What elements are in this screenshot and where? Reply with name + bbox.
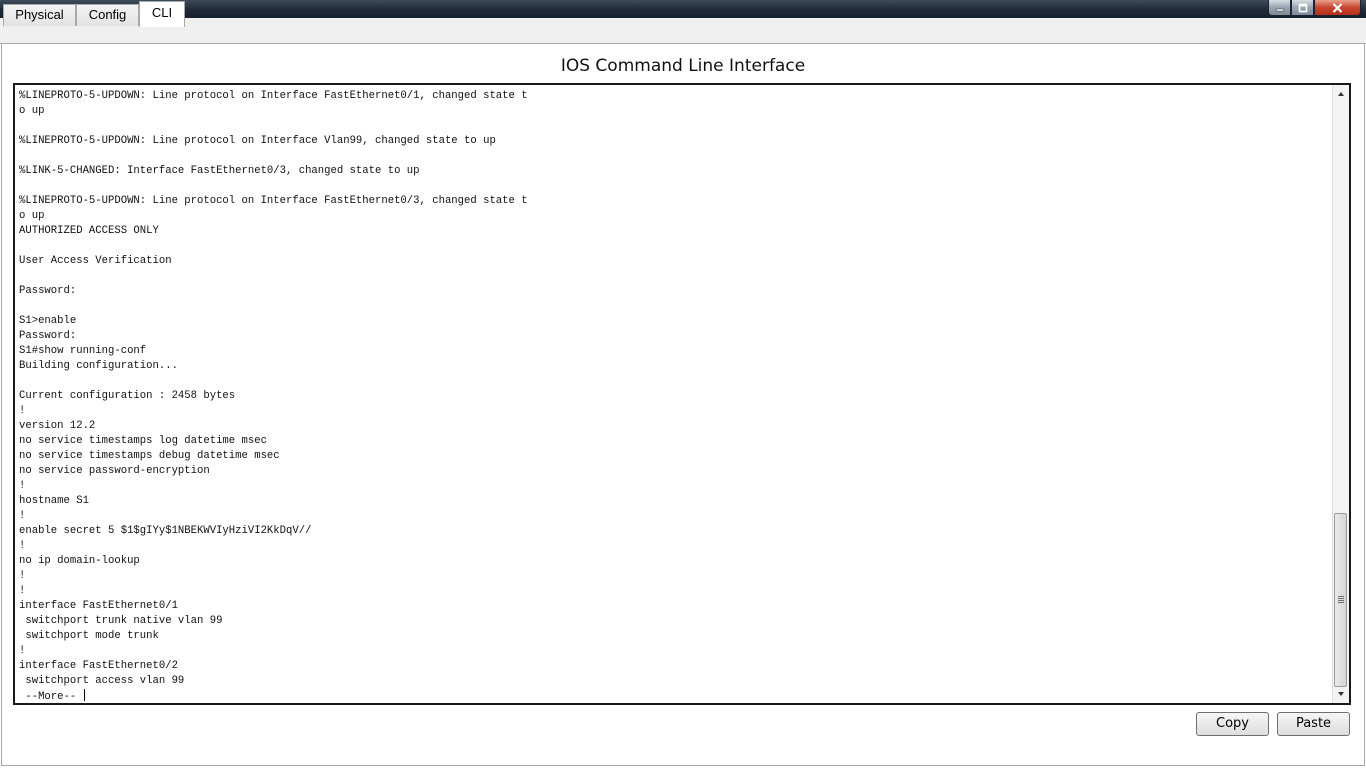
terminal-line: Building configuration... [19,360,178,372]
terminal-line: version 12.2 [19,420,96,432]
terminal-line: no service timestamps debug datetime mse… [19,450,280,462]
tab-cli[interactable]: CLI [139,1,185,27]
terminal-line: --More-- [19,691,83,703]
terminal-line: %LINK-5-CHANGED: Interface FastEthernet0… [19,165,420,177]
terminal-line: ! [19,645,26,657]
terminal-output[interactable]: %LINEPROTO-5-UPDOWN: Line protocol on In… [19,89,1329,703]
restore-icon[interactable] [1291,0,1314,16]
tab-bar [0,18,1366,44]
terminal-line: S1>enable [19,315,77,327]
tab-physical[interactable]: Physical [3,4,76,26]
terminal-line: Password: [19,285,77,297]
terminal-line: S1#show running-conf [19,345,147,357]
terminal-line: no service password-encryption [19,465,210,477]
terminal-line: ! [19,540,26,552]
terminal-line: ! [19,405,26,417]
terminal-line: o up [19,105,45,117]
close-icon[interactable] [1314,0,1361,16]
terminal-line: User Access Verification [19,255,172,267]
terminal-line: %LINEPROTO-5-UPDOWN: Line protocol on In… [19,135,496,147]
terminal-line: switchport trunk native vlan 99 [19,615,223,627]
tab-divider [0,43,1366,44]
window-titlebar: S1 [0,0,1366,18]
minimize-icon[interactable] [1268,0,1291,16]
terminal-line: Current configuration : 2458 bytes [19,390,236,402]
terminal-line: Password: [19,330,77,342]
window-controls [1268,0,1361,17]
terminal-line: %LINEPROTO-5-UPDOWN: Line protocol on In… [19,90,528,102]
scrollbar-thumb[interactable] [1334,513,1347,687]
terminal-line: no ip domain-lookup [19,555,140,567]
terminal-line: no service timestamps log datetime msec [19,435,267,447]
terminal-line: switchport mode trunk [19,630,159,642]
terminal-line: ! [19,510,26,522]
copy-button[interactable]: Copy [1196,712,1269,736]
terminal-line: %LINEPROTO-5-UPDOWN: Line protocol on In… [19,195,528,207]
cli-heading: IOS Command Line Interface [560,56,806,76]
scroll-up-icon[interactable] [1336,89,1346,99]
terminal-line: o up [19,210,45,222]
terminal-line: interface FastEthernet0/1 [19,600,178,612]
scroll-down-icon[interactable] [1336,689,1346,699]
terminal-line: ! [19,585,26,597]
paste-button[interactable]: Paste [1277,712,1350,736]
grip-icon [1338,596,1344,604]
cli-terminal[interactable]: %LINEPROTO-5-UPDOWN: Line protocol on In… [13,83,1351,705]
terminal-line: ! [19,480,26,492]
text-cursor [83,689,85,701]
terminal-scrollbar[interactable] [1332,85,1349,703]
terminal-line: interface FastEthernet0/2 [19,660,178,672]
tab-config[interactable]: Config [76,4,139,26]
terminal-line: switchport access vlan 99 [19,675,185,687]
terminal-line: enable secret 5 $1$gIYy$1NBEKWVIyHziVI2K… [19,525,312,537]
terminal-line: AUTHORIZED ACCESS ONLY [19,225,159,237]
terminal-line: hostname S1 [19,495,89,507]
terminal-line: ! [19,570,26,582]
